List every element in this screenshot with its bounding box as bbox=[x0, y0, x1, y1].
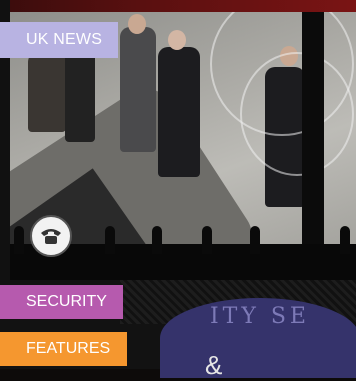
phone-icon-glyph bbox=[41, 229, 61, 244]
security-section-button[interactable]: SECURITY bbox=[0, 285, 123, 319]
fence-spike bbox=[105, 226, 115, 254]
person-dark-suit bbox=[158, 47, 200, 177]
person-bystander-1 bbox=[28, 52, 66, 132]
features-section-button[interactable]: FEATURES bbox=[0, 332, 127, 366]
fence-post bbox=[302, 12, 324, 280]
top-strip bbox=[0, 0, 356, 12]
head bbox=[128, 14, 146, 34]
fence-spike bbox=[250, 226, 260, 254]
fence-spike bbox=[340, 226, 350, 254]
fence-spike bbox=[14, 226, 24, 254]
person-grey-suit bbox=[120, 27, 156, 152]
fence-spike bbox=[152, 226, 162, 254]
logo-icon: & bbox=[205, 350, 223, 380]
security-seal: ITY SE bbox=[160, 298, 356, 378]
head bbox=[168, 30, 186, 50]
phone-icon[interactable] bbox=[30, 215, 72, 257]
fence-spike bbox=[202, 226, 212, 254]
uk-news-badge[interactable]: UK NEWS bbox=[0, 22, 118, 58]
barbed-wire bbox=[240, 52, 354, 176]
